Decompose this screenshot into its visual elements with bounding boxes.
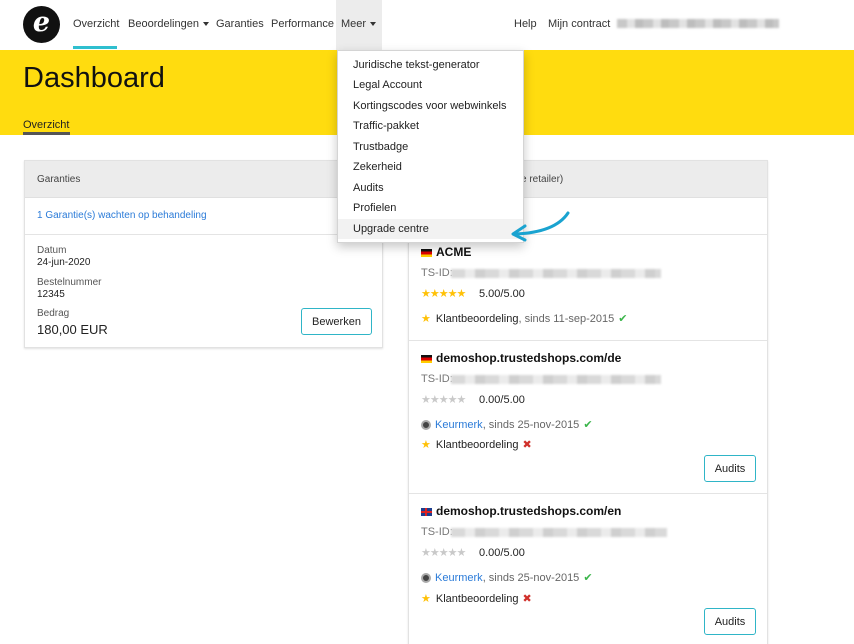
meer-dropdown-menu: Juridische tekst-generator Legal Account… — [337, 50, 524, 243]
chevron-down-icon — [202, 22, 209, 27]
check-icon: ✔ — [618, 313, 628, 325]
menu-item-kortingscodes[interactable]: Kortingscodes voor webwinkels — [338, 96, 523, 116]
menu-item-zekerheid[interactable]: Zekerheid — [338, 157, 523, 177]
order-number-value: 12345 — [37, 289, 65, 300]
cross-icon: ✖ — [522, 439, 532, 451]
keurmerk-status-row: Keurmerk, sinds 25-nov-2015 ✔ — [421, 418, 593, 431]
ts-id-value-blurred — [451, 528, 667, 537]
keurmerk-status-row: Keurmerk, sinds 25-nov-2015 ✔ — [421, 571, 593, 584]
rating-value: 0.00/5.00 — [479, 547, 525, 559]
rating-stars: ★★★★★ — [421, 547, 466, 559]
guarantees-card-title: Garanties — [37, 174, 81, 185]
shop-name-demoshop-en[interactable]: demoshop.trustedshops.com/en — [421, 504, 621, 518]
ts-id-label: TS-ID: — [421, 373, 453, 385]
amount-label: Bedrag — [37, 308, 70, 319]
annotation-arrow-icon — [511, 211, 570, 242]
rating-value: 0.00/5.00 — [479, 394, 525, 406]
check-icon: ✔ — [583, 419, 593, 431]
trusted-shops-logo[interactable]: e — [23, 6, 60, 43]
shop-name-demoshop-de[interactable]: demoshop.trustedshops.com/de — [421, 351, 621, 365]
review-status-row: ★ Klantbeoordeling ✖ — [421, 592, 532, 605]
menu-item-legal-account[interactable]: Legal Account — [338, 75, 523, 95]
menu-item-juridische-tekst-generator[interactable]: Juridische tekst-generator — [338, 55, 523, 75]
menu-item-upgrade-centre[interactable]: Upgrade centre — [338, 219, 523, 239]
ts-id-value-blurred — [451, 269, 661, 278]
edit-button[interactable]: Bewerken — [301, 308, 372, 335]
keurmerk-link[interactable]: Keurmerk — [435, 419, 483, 431]
top-navigation: e Overzicht Beoordelingen Garanties Perf… — [0, 0, 854, 50]
review-label: Klantbeoordeling — [435, 439, 519, 451]
tab-active-indicator — [23, 132, 70, 135]
shop-name-acme[interactable]: ACME — [421, 245, 471, 259]
guarantees-card-header: Garanties — [25, 161, 382, 198]
keurmerk-seal-icon — [421, 573, 431, 584]
review-status-row: ★ Klantbeoordeling ✖ — [421, 438, 532, 451]
nav-overzicht[interactable]: Overzicht — [73, 18, 119, 30]
menu-item-traffic-pakket[interactable]: Traffic-pakket — [338, 116, 523, 136]
nav-beoordelingen-label: Beoordelingen — [128, 18, 199, 30]
nav-mijn-contract[interactable]: Mijn contract — [548, 18, 610, 30]
keurmerk-since: , sinds 25-nov-2015 — [482, 419, 580, 431]
divider — [409, 493, 767, 494]
keurmerk-seal-icon — [421, 420, 431, 431]
ts-id-label: TS-ID: — [421, 267, 453, 279]
user-account-blurred[interactable] — [617, 19, 779, 28]
divider — [409, 340, 767, 341]
nav-help[interactable]: Help — [514, 18, 537, 30]
rating-stars: ★★★★★ — [421, 288, 466, 300]
audits-button[interactable]: Audits — [704, 608, 756, 635]
page-title: Dashboard — [23, 62, 165, 94]
check-icon: ✔ — [583, 572, 593, 584]
star-icon: ★ — [421, 439, 431, 451]
nav-performance[interactable]: Performance — [271, 18, 334, 30]
pending-guarantees-link[interactable]: 1 Garantie(s) wachten op behandeling — [37, 210, 207, 221]
flag-uk-icon — [421, 507, 432, 516]
shop-name-label: ACME — [436, 245, 472, 259]
ts-id-value-blurred — [451, 375, 661, 384]
amount-value: 180,00 EUR — [37, 322, 108, 337]
rating-stars: ★★★★★ — [421, 394, 466, 406]
review-label: Klantbeoordeling — [435, 593, 519, 605]
star-icon: ★ — [421, 313, 431, 325]
star-icon: ★ — [421, 593, 431, 605]
keurmerk-link[interactable]: Keurmerk — [435, 572, 483, 584]
review-since: , sinds 11-sep-2015 — [518, 313, 615, 325]
nav-beoordelingen[interactable]: Beoordelingen — [128, 18, 209, 30]
order-number-label: Bestelnummer — [37, 277, 102, 288]
nav-active-indicator — [73, 46, 117, 49]
date-label: Datum — [37, 245, 67, 256]
divider — [25, 234, 382, 235]
menu-item-audits[interactable]: Audits — [338, 178, 523, 198]
audits-button[interactable]: Audits — [704, 455, 756, 482]
menu-item-profielen[interactable]: Profielen — [338, 198, 523, 218]
flag-de-icon — [421, 248, 432, 257]
menu-item-trustbadge[interactable]: Trustbadge — [338, 137, 523, 157]
nav-meer-label: Meer — [341, 18, 367, 30]
shop-name-label: demoshop.trustedshops.com/de — [436, 351, 622, 365]
nav-garanties[interactable]: Garanties — [216, 18, 264, 30]
cross-icon: ✖ — [522, 593, 532, 605]
review-status-row: ★ Klantbeoordeling, sinds 11-sep-2015 ✔ — [421, 312, 627, 325]
review-label: Klantbeoordeling — [435, 313, 519, 325]
ts-id-label: TS-ID: — [421, 526, 453, 538]
keurmerk-since: , sinds 25-nov-2015 — [482, 572, 580, 584]
nav-meer[interactable]: Meer — [341, 18, 377, 30]
guarantees-card: Garanties 1 Garantie(s) wachten op behan… — [24, 160, 383, 348]
date-value: 24-jun-2020 — [37, 257, 91, 268]
rating-value: 5.00/5.00 — [479, 288, 525, 300]
tab-overzicht[interactable]: Overzicht — [23, 119, 69, 131]
shop-name-label: demoshop.trustedshops.com/en — [436, 504, 622, 518]
chevron-down-icon — [370, 22, 377, 27]
flag-de-icon — [421, 354, 432, 363]
